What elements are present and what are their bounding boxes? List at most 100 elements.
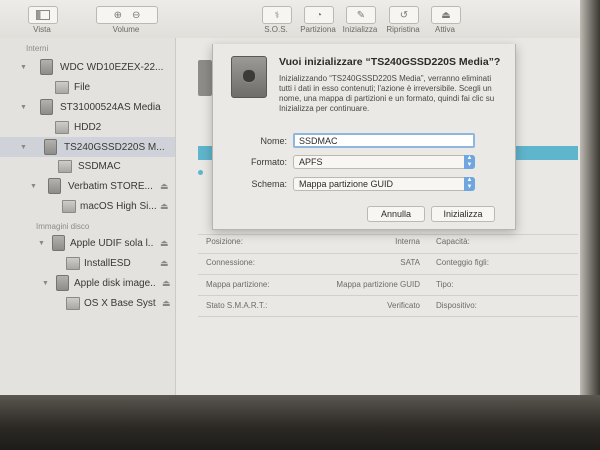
info-key: Stato S.M.A.R.T.: [206,301,268,310]
volume-icon [66,257,80,270]
updown-arrows-icon: ▲ ▼ [464,155,475,169]
screen-edge [580,0,600,450]
eject-icon[interactable]: ⏏ [160,201,169,212]
sidebar-item-file[interactable]: File [0,78,175,96]
disk-icon [52,235,65,251]
volume-icon [55,81,69,94]
disk-icon [56,275,69,291]
disk-utility-window: Vista ⊕ ⊖ Volume ⚕ S.O.S. ◔ Partiziona ✎… [0,0,600,450]
volume-label: Volume [112,25,140,34]
info-key: Dispositivo: [436,301,477,310]
sidebar-item-ssdmac[interactable]: SSDMAC [0,157,175,175]
sidebar-item-label: macOS High Si... [80,200,156,212]
first-aid-label: S.O.S. [264,25,288,34]
name-label: Nome: [260,136,287,146]
disclosure-icon[interactable]: ▼ [20,64,27,71]
disk-icon [40,59,53,75]
sidebar-item-osx-base[interactable]: OS X Base Syst... ⏏ [0,294,175,312]
name-field[interactable] [293,133,475,148]
erase-dialog: Vuoi inizializzare “TS240GSSD220S Media”… [212,44,516,230]
sidebar-item-apple-udif[interactable]: ▼ Apple UDIF sola l... ⏏ [0,234,175,252]
image-section-header: Immagini disco [36,222,90,231]
remove-volume-icon[interactable]: ⊖ [132,10,140,21]
sidebar-item-label: Apple disk image... [74,277,156,289]
info-value: Mappa partizione GUID [336,280,420,289]
disclosure-icon[interactable]: ▼ [20,104,27,111]
partition-button[interactable]: ◔ [304,6,334,24]
format-label: Formato: [250,157,287,167]
info-key: Connessione: [206,258,255,267]
info-key: Mappa partizione: [206,280,270,289]
info-value: SATA [400,258,420,267]
sidebar-item-label: Verbatim STORE... [68,180,152,192]
partition-label: Partiziona [300,25,336,34]
eject-icon[interactable]: ⏏ [160,181,169,192]
cancel-button[interactable]: Annulla [367,206,425,222]
info-value: Verificato [387,301,420,310]
disclosure-icon[interactable]: ▼ [20,144,27,151]
sidebar-item-label: Apple UDIF sola l... [70,237,154,249]
divider [198,316,578,317]
sidebar-item-installesd[interactable]: InstallESD ⏏ [0,254,175,272]
sidebar-item-macos[interactable]: macOS High Si... ⏏ [0,197,175,215]
sidebar-item-ts240[interactable]: ▼ TS240GSSD220S M... [0,137,175,157]
scheme-label: Schema: [251,179,287,189]
legend-dot [198,170,203,175]
info-value: Interna [395,237,420,246]
sidebar-item-st3100[interactable]: ▼ ST31000524AS Media [0,98,175,116]
sidebar-item-apple-disk-image[interactable]: ▼ Apple disk image... ⏏ [0,274,175,292]
erase-label: Inizializza [342,25,378,34]
sidebar-item-label: File [74,81,91,93]
info-key: Posizione: [206,237,243,246]
sidebar: Interni ▼ WDC WD10EZEX-22... File ▼ ST31… [0,38,176,395]
eject-icon[interactable]: ⏏ [160,258,169,269]
disk-icon [40,99,53,115]
internal-section-header: Interni [26,44,49,53]
eject-icon[interactable]: ⏏ [162,278,171,289]
stethoscope-icon: ⚕ [274,9,280,20]
restore-label: Ripristina [386,25,420,34]
volume-icon [62,200,76,213]
info-key: Conteggio figli: [436,258,489,267]
first-aid-button[interactable]: ⚕ [262,6,292,24]
mount-button[interactable]: ⏏ [431,6,461,24]
disk-icon [44,139,57,155]
restore-icon: ↺ [399,9,409,21]
sidebar-item-hdd2[interactable]: HDD2 [0,118,175,136]
sidebar-toggle-button[interactable] [28,6,58,24]
format-value: APFS [299,157,323,167]
erase-icon: ✎ [356,9,366,21]
sidebar-item-verbatim[interactable]: ▼ Verbatim STORE... ⏏ [0,177,175,195]
disclosure-icon[interactable]: ▼ [42,280,49,287]
pie-chart-icon: ◔ [315,9,323,21]
disclosure-icon[interactable]: ▼ [30,183,37,190]
selected-disk-icon [198,60,212,96]
sidebar-item-wdc[interactable]: ▼ WDC WD10EZEX-22... [0,58,175,76]
disk-icon [48,178,61,194]
erase-button[interactable]: ✎ [346,6,376,24]
mount-label: Attiva [434,25,455,34]
eject-icon[interactable]: ⏏ [162,298,171,309]
volume-icon [58,160,72,173]
divider [198,234,578,235]
toolbar: Vista ⊕ ⊖ Volume ⚕ S.O.S. ◔ Partiziona ✎… [0,0,580,39]
dialog-title: Vuoi inizializzare “TS240GSSD220S Media”… [279,56,501,68]
sidebar-item-label: InstallESD [84,257,131,269]
sidebar-item-label: HDD2 [74,121,102,133]
format-select[interactable]: APFS ▲ ▼ [293,155,475,169]
restore-button[interactable]: ↺ [389,6,419,24]
scheme-select[interactable]: Mappa partizione GUID ▲ ▼ [293,177,475,191]
scheme-value: Mappa partizione GUID [299,179,394,189]
info-key: Capacità: [436,237,470,246]
divider [198,295,578,296]
sidebar-icon [36,10,50,20]
volume-buttons[interactable]: ⊕ ⊖ [96,6,158,24]
volume-icon [66,297,80,310]
vista-label: Vista [33,25,51,34]
hard-disk-icon [231,56,267,98]
sidebar-item-label: SSDMAC [78,160,121,172]
disclosure-icon[interactable]: ▼ [38,240,45,247]
add-volume-icon[interactable]: ⊕ [114,10,122,21]
erase-confirm-button[interactable]: Inizializza [431,206,495,222]
eject-icon[interactable]: ⏏ [160,238,169,249]
